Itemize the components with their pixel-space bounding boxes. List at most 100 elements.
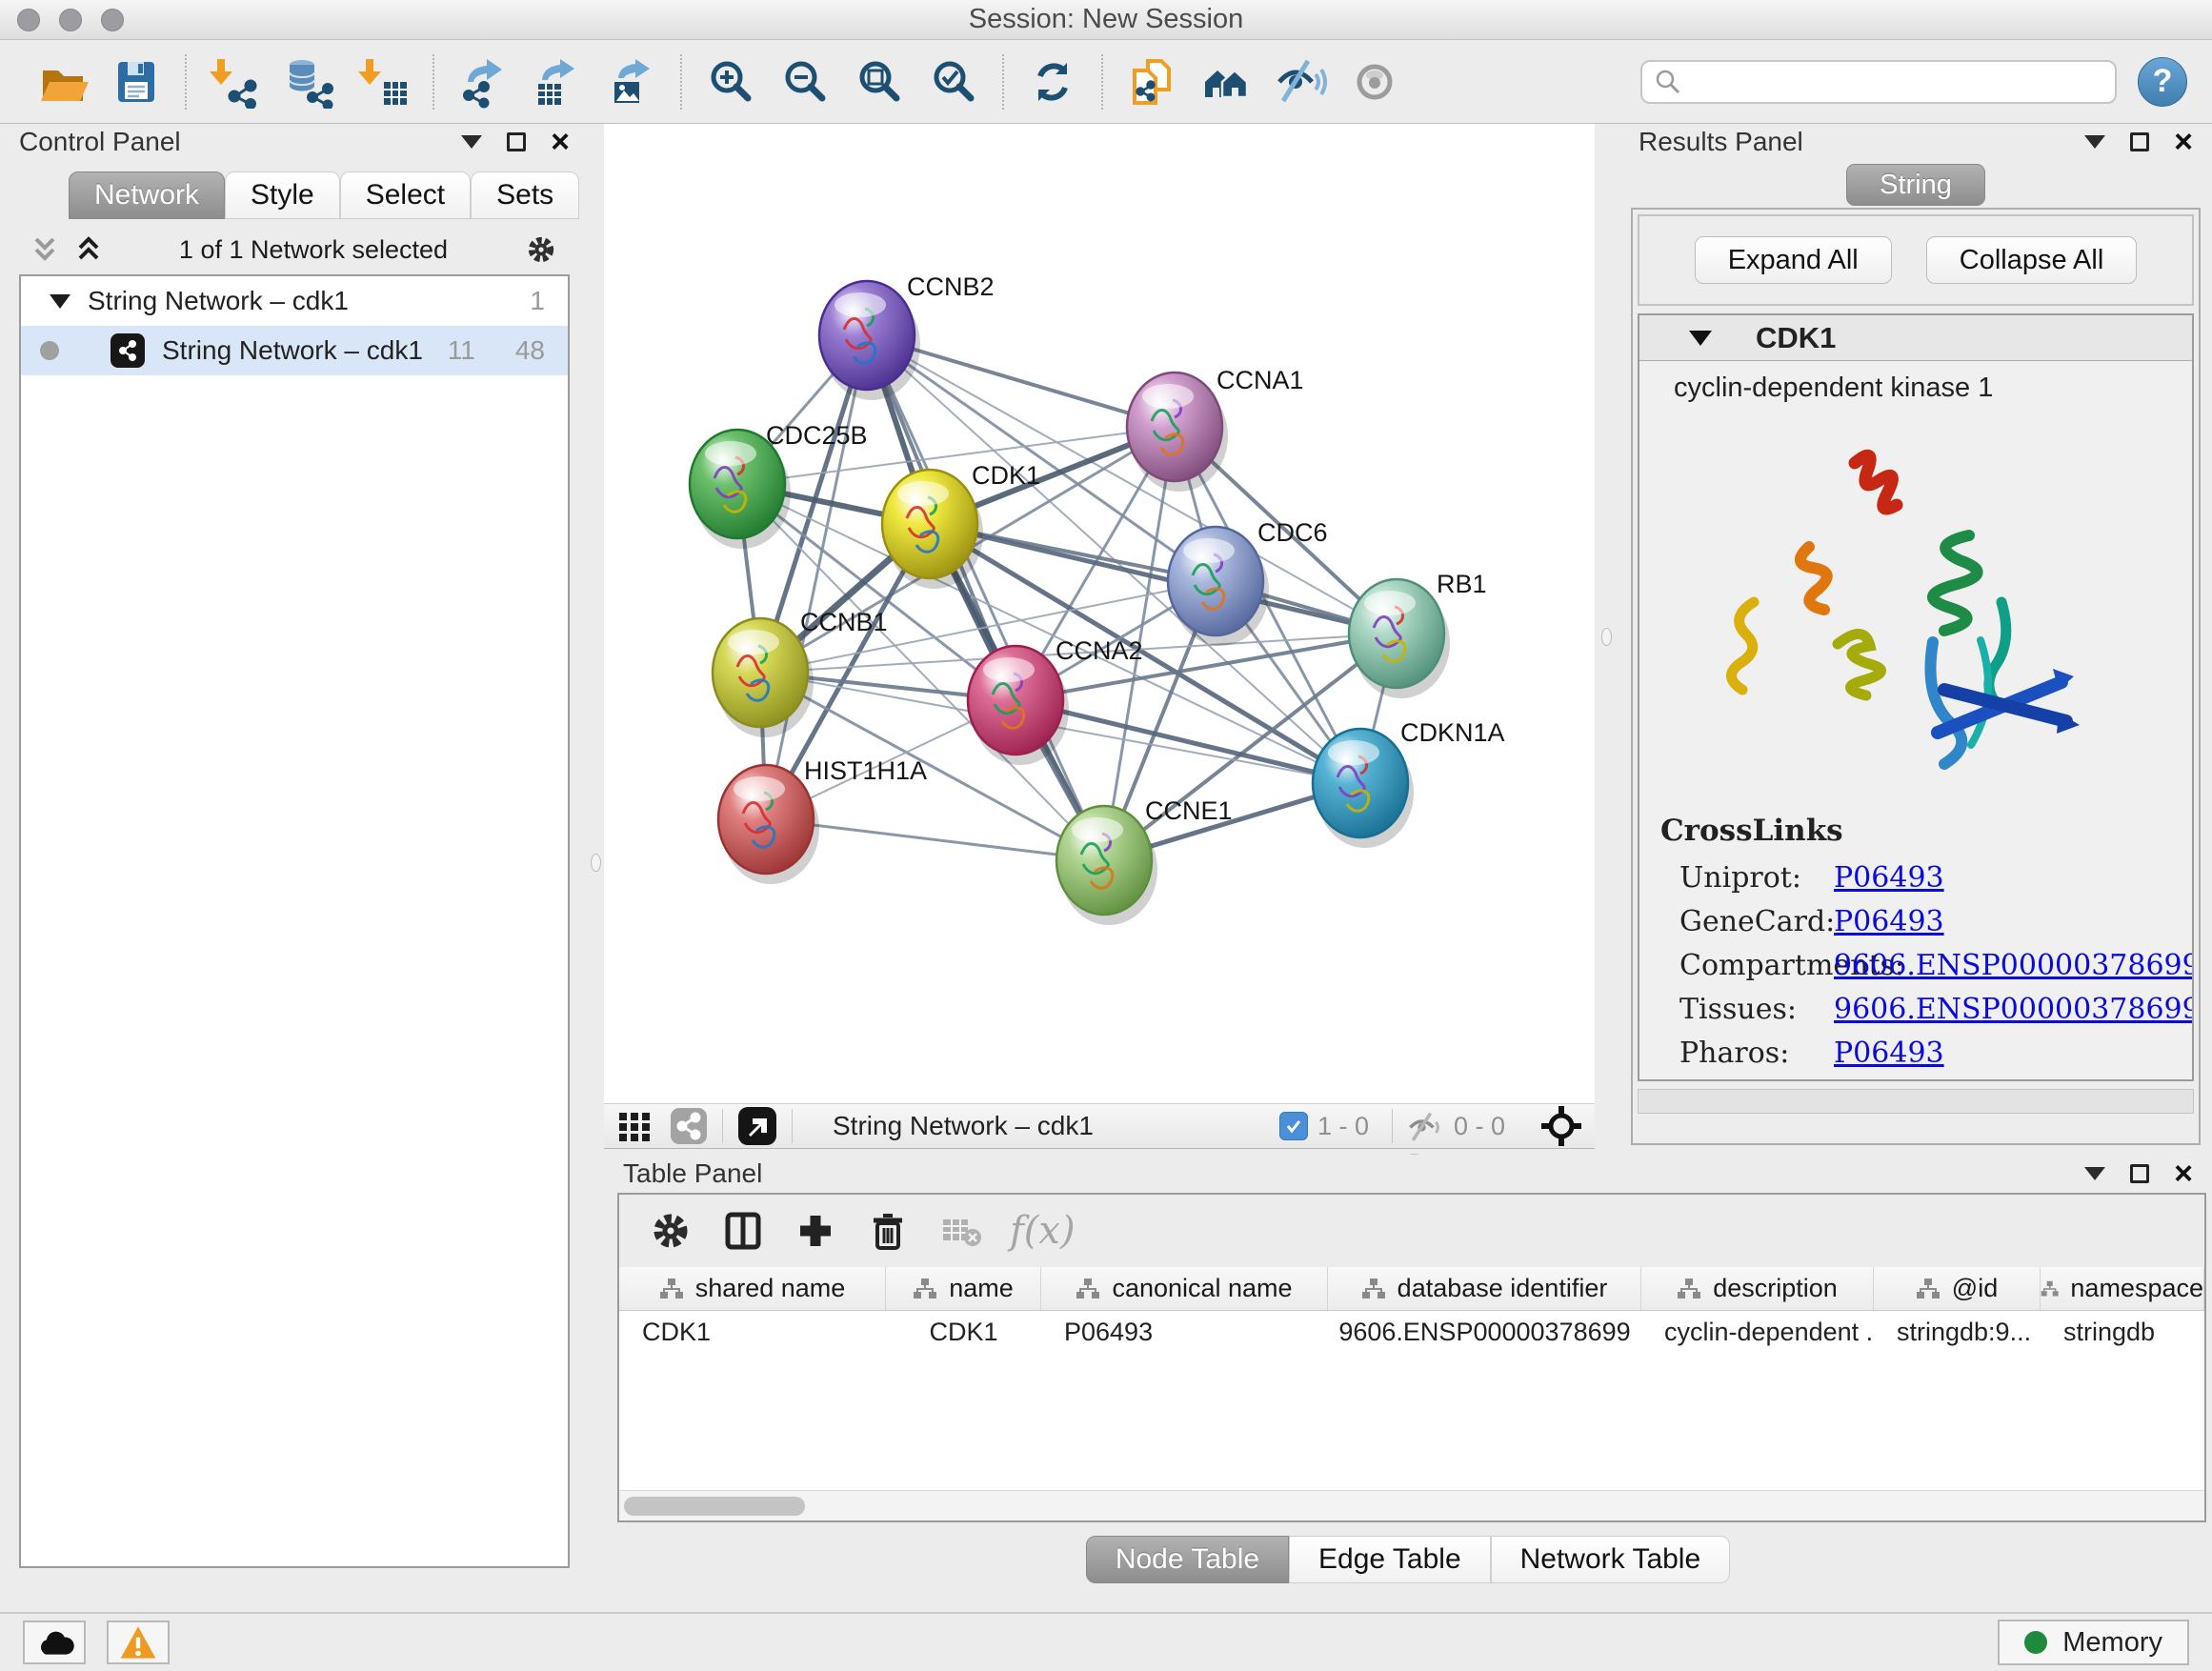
- add-column-icon[interactable]: [793, 1208, 838, 1254]
- open-folder-icon: [35, 55, 89, 109]
- export-image-button[interactable]: [594, 48, 669, 116]
- table-row[interactable]: CDK1 CDK1 P06493 9606.ENSP00000378699 cy…: [619, 1311, 2204, 1353]
- tab-sets[interactable]: Sets: [471, 171, 579, 219]
- network-node-ccnb1[interactable]: CCNB1: [713, 608, 888, 737]
- import-table-button[interactable]: [347, 48, 421, 116]
- expand-all-icon[interactable]: [74, 233, 103, 266]
- cell-shared-name[interactable]: CDK1: [619, 1311, 886, 1353]
- close-panel-icon[interactable]: ×: [2174, 1158, 2193, 1190]
- close-panel-icon[interactable]: ×: [551, 126, 570, 158]
- crosshair-icon[interactable]: [1539, 1104, 1583, 1148]
- copy-network-button[interactable]: [1115, 48, 1189, 116]
- results-scrollbar-track[interactable]: [1638, 1089, 2194, 1114]
- refresh-button[interactable]: [1016, 48, 1090, 116]
- import-network-database-button[interactable]: [272, 48, 347, 116]
- share-view-icon[interactable]: [669, 1106, 709, 1146]
- import-network-file-button[interactable]: [198, 48, 272, 116]
- maximize-window-button[interactable]: [101, 9, 124, 31]
- hide-selected-button[interactable]: [1263, 48, 1337, 116]
- gear-icon[interactable]: [524, 232, 558, 267]
- panel-menu-icon[interactable]: [2084, 135, 2105, 149]
- tree-caret-icon[interactable]: [50, 294, 70, 309]
- cell-database-identifier[interactable]: 9606.ENSP00000378699: [1328, 1311, 1641, 1353]
- network-node-rb1[interactable]: RB1: [1349, 570, 1487, 698]
- tab-network-table[interactable]: Network Table: [1491, 1536, 1731, 1583]
- network-node-ccna2[interactable]: CCNA2: [968, 636, 1143, 765]
- float-panel-icon[interactable]: [2130, 1164, 2149, 1183]
- network-node-cdkn1a[interactable]: CDKN1A: [1313, 718, 1505, 848]
- column-header[interactable]: name: [886, 1267, 1041, 1310]
- cell-namespace[interactable]: stringdb: [2041, 1311, 2204, 1353]
- help-button[interactable]: ?: [2138, 57, 2187, 107]
- float-panel-icon[interactable]: [2130, 132, 2149, 151]
- table-horizontal-scrollbar[interactable]: [619, 1490, 2204, 1520]
- warning-button[interactable]: [107, 1621, 170, 1664]
- cloud-button[interactable]: [23, 1621, 86, 1664]
- close-window-button[interactable]: [17, 9, 40, 31]
- panel-menu-icon[interactable]: [2084, 1167, 2105, 1180]
- network-node-hist1h1a[interactable]: HIST1H1A: [718, 756, 927, 884]
- cell-description[interactable]: cyclin-dependent ...: [1641, 1311, 1874, 1353]
- float-panel-icon[interactable]: [507, 132, 526, 151]
- search-input[interactable]: [1682, 67, 2103, 97]
- tissues-link[interactable]: 9606.ENSP00000378699: [1834, 993, 2192, 1026]
- grid-view-icon[interactable]: [615, 1107, 654, 1145]
- show-all-button[interactable]: [1337, 48, 1412, 116]
- zoom-fit-button[interactable]: [842, 48, 916, 116]
- collapse-entry-icon[interactable]: [1689, 331, 1712, 346]
- open-session-button[interactable]: [25, 48, 99, 116]
- network-node-cdc25b[interactable]: CDC25B: [690, 421, 868, 549]
- tab-string[interactable]: String: [1846, 164, 1985, 206]
- gear-icon[interactable]: [648, 1208, 694, 1254]
- left-splitter-handle[interactable]: [591, 854, 601, 872]
- search-box[interactable]: [1640, 60, 2117, 104]
- expand-all-button[interactable]: Expand All: [1695, 236, 1892, 284]
- network-collection-row[interactable]: String Network – cdk1 1: [21, 276, 568, 326]
- export-network-button[interactable]: [446, 48, 520, 116]
- column-header[interactable]: database identifier: [1328, 1267, 1641, 1310]
- right-splitter-handle[interactable]: [1601, 628, 1612, 646]
- panel-menu-icon[interactable]: [461, 135, 482, 149]
- cell-at-id[interactable]: stringdb:9...: [1874, 1311, 2041, 1353]
- zoom-in-button[interactable]: [694, 48, 768, 116]
- memory-button[interactable]: Memory: [1998, 1620, 2189, 1665]
- compartments-link[interactable]: 9606.ENSP00000378699: [1834, 949, 2192, 982]
- close-panel-icon[interactable]: ×: [2174, 126, 2193, 158]
- column-header[interactable]: namespace: [2041, 1267, 2204, 1310]
- save-session-button[interactable]: [99, 48, 173, 116]
- pharos-link[interactable]: P06493: [1834, 1037, 2192, 1070]
- selected-checkbox-icon[interactable]: [1279, 1112, 1308, 1140]
- collapse-all-icon[interactable]: [30, 233, 59, 266]
- delete-column-icon[interactable]: [865, 1208, 911, 1254]
- uniprot-link[interactable]: P06493: [1834, 861, 2192, 895]
- tab-select[interactable]: Select: [340, 171, 471, 219]
- export-table-button[interactable]: [520, 48, 594, 116]
- zoom-selected-button[interactable]: [916, 48, 991, 116]
- tab-network[interactable]: Network: [69, 171, 225, 219]
- zoom-out-button[interactable]: [768, 48, 842, 116]
- scrollbar-thumb[interactable]: [624, 1497, 805, 1516]
- network-edge[interactable]: [766, 335, 867, 819]
- column-header[interactable]: description: [1641, 1267, 1874, 1310]
- minimize-window-button[interactable]: [59, 9, 82, 31]
- cell-canonical-name[interactable]: P06493: [1041, 1311, 1328, 1353]
- birdseye-icon[interactable]: [736, 1105, 778, 1147]
- network-node-ccne1[interactable]: CCNE1: [1056, 796, 1233, 925]
- collapse-all-button[interactable]: Collapse All: [1926, 236, 2138, 284]
- network-node-ccnb2[interactable]: CCNB2: [819, 272, 995, 400]
- cell-name[interactable]: CDK1: [886, 1311, 1041, 1353]
- tab-style[interactable]: Style: [225, 171, 340, 219]
- column-header[interactable]: shared name: [619, 1267, 886, 1310]
- show-columns-icon[interactable]: [720, 1208, 766, 1254]
- genecard-link[interactable]: P06493: [1834, 905, 2192, 938]
- home-button[interactable]: [1189, 48, 1263, 116]
- network-node-ccna1[interactable]: CCNA1: [1127, 366, 1304, 492]
- network-canvas[interactable]: CCNB2CCNA1CDC25BCDK1CDC6RB1CCNB1CCNA2CDK…: [604, 124, 1595, 1103]
- network-node-cdk1[interactable]: CDK1: [882, 461, 1040, 589]
- network-row[interactable]: String Network – cdk1 11 48: [21, 326, 568, 375]
- protein-entry-header[interactable]: CDK1: [1639, 315, 2192, 361]
- tab-edge-table[interactable]: Edge Table: [1289, 1536, 1491, 1583]
- column-header[interactable]: canonical name: [1041, 1267, 1328, 1310]
- column-header[interactable]: @id: [1874, 1267, 2041, 1310]
- tab-node-table[interactable]: Node Table: [1086, 1536, 1289, 1583]
